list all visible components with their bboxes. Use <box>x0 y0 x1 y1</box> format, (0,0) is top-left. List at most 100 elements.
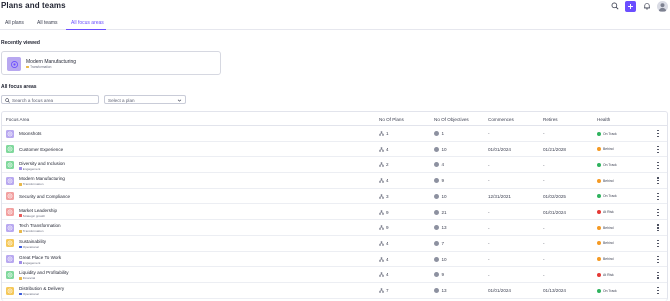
search-icon[interactable] <box>609 1 620 12</box>
focus-area-name[interactable]: Distribution & Delivery <box>19 286 64 291</box>
plan-select-value: Select a plan <box>108 97 135 103</box>
objectives-count-value: 4 <box>441 162 445 168</box>
table-row[interactable]: Moonshots 1 1 - - On Track <box>2 126 667 142</box>
table-row[interactable]: Diversity and Inclusion Engagement 2 4 - - On … <box>2 157 667 174</box>
target-icon <box>7 131 13 136</box>
objectives-count: 10 <box>434 146 447 152</box>
bell-icon[interactable] <box>641 1 652 12</box>
row-more-options-icon[interactable] <box>656 130 660 138</box>
row-more-options-icon[interactable] <box>656 224 660 232</box>
focus-area-thumbnail <box>7 57 21 71</box>
table-row[interactable]: Distribution & Delivery Operational 7 13 01/… <box>2 283 667 299</box>
objectives-count-value: 7 <box>441 240 445 246</box>
table-row[interactable]: Customer Experience 4 10 01/01/2024 01/21/20… <box>2 142 667 158</box>
focus-area-name[interactable]: Market Leadership <box>19 208 57 213</box>
plans-count-value: 9 <box>386 209 389 215</box>
health-status: On Track <box>597 288 617 293</box>
tab-all-plans[interactable]: All plans <box>5 20 24 30</box>
focus-area-name[interactable]: Diversity and Inclusion <box>19 161 65 166</box>
target-icon <box>10 60 18 68</box>
health-status-label: At Risk <box>603 210 614 215</box>
column-header-commences[interactable]: Commences <box>488 117 514 122</box>
retires-date: 01/01/2024 <box>543 209 566 215</box>
focus-area-tag: Financial <box>19 276 35 280</box>
table-row[interactable]: Modern Manufacturing Transformation 4 9 - - Be… <box>2 173 667 189</box>
focus-area-name[interactable]: Security and Compliance <box>19 194 70 199</box>
plans-hierarchy-icon <box>379 272 384 277</box>
commences-date: - <box>488 162 490 168</box>
plans-hierarchy-icon <box>379 131 384 136</box>
plans-count: 9 <box>379 210 389 215</box>
row-more-options-icon[interactable] <box>656 255 660 263</box>
column-header-retires[interactable]: Retires <box>543 117 558 122</box>
table-row[interactable]: Great Place To Work Engagement 4 10 - - Behind <box>2 252 667 268</box>
row-more-options-icon[interactable] <box>656 145 660 153</box>
row-more-options-icon[interactable] <box>656 271 660 279</box>
plans-count: 4 <box>379 272 389 277</box>
top-bar: Plans and teams <box>0 0 670 13</box>
plans-hierarchy-icon <box>379 147 384 152</box>
plans-count: 4 <box>379 178 389 183</box>
objective-icon <box>434 240 439 246</box>
health-status: Behind <box>597 257 614 262</box>
target-icon <box>7 146 13 152</box>
health-status-label: Behind <box>603 225 614 230</box>
focus-area-name[interactable]: Liquidity and Profitability <box>19 270 69 275</box>
focus-area-tag: Strategic growth <box>19 214 45 218</box>
focus-area-thumbnail <box>6 223 14 232</box>
row-more-options-icon[interactable] <box>656 208 660 216</box>
objective-icon <box>434 209 439 215</box>
search-input[interactable] <box>12 97 97 103</box>
focus-area-name[interactable]: Great Place To Work <box>19 255 61 260</box>
health-status-label: On Track <box>603 194 617 199</box>
focus-area-name[interactable]: Sustainability <box>19 239 46 244</box>
retires-date: - <box>543 178 545 184</box>
tab-all-teams[interactable]: All teams <box>37 20 58 30</box>
focus-area-name[interactable]: Modern Manufacturing <box>19 176 65 181</box>
column-header-plans[interactable]: No Of Plans <box>379 117 404 122</box>
plans-count: 4 <box>379 257 389 262</box>
table-row[interactable]: Tech Transformation Transformation 9 13 - - Be… <box>2 220 667 236</box>
objective-icon <box>434 272 439 278</box>
plans-count-value: 4 <box>386 256 389 262</box>
table-row[interactable]: Liquidity and Profitability Financial 4 9 - -… <box>2 267 667 283</box>
column-header-objectives[interactable]: No Of Objectives <box>434 117 469 122</box>
recent-item-card[interactable]: Modern Manufacturing Transformation <box>1 51 221 75</box>
row-more-options-icon[interactable] <box>656 240 660 248</box>
focus-area-tag-label: Transformation <box>22 229 44 234</box>
focus-area-name[interactable]: Moonshots <box>19 131 41 136</box>
table-row[interactable]: Security and Compliance 3 10 12/31/2021 01/0… <box>2 189 667 205</box>
objectives-count-value: 10 <box>441 146 447 152</box>
objective-icon <box>434 178 439 184</box>
user-avatar-icon[interactable] <box>657 0 668 12</box>
health-status-dot <box>597 210 601 215</box>
plans-count-value: 4 <box>386 146 389 152</box>
objective-icon <box>434 193 439 199</box>
retires-date: - <box>543 256 545 262</box>
column-header-focus-area[interactable]: Focus Area <box>6 117 29 122</box>
plans-count-value: 1 <box>386 131 389 136</box>
plans-count: 7 <box>379 288 389 293</box>
table-row[interactable]: Sustainability Operational 4 7 - - Behind <box>2 236 667 252</box>
column-header-health[interactable]: Health <box>597 117 610 122</box>
add-button[interactable] <box>625 0 636 12</box>
chevron-down-icon <box>177 99 182 102</box>
row-more-options-icon[interactable] <box>656 287 660 295</box>
table-row[interactable]: Market Leadership Strategic growth 9 21 - 01/… <box>2 205 667 221</box>
focus-area-name[interactable]: Tech Transformation <box>19 223 61 228</box>
objective-icon <box>434 162 439 168</box>
plans-hierarchy-icon <box>379 256 384 262</box>
commences-date: 01/01/2024 <box>488 288 511 294</box>
row-more-options-icon[interactable] <box>656 177 660 185</box>
objective-icon <box>434 225 439 231</box>
focus-area-name[interactable]: Customer Experience <box>19 147 63 152</box>
plans-count-value: 4 <box>386 240 389 246</box>
row-more-options-icon[interactable] <box>656 161 660 169</box>
plan-select[interactable]: Select a plan <box>104 95 186 104</box>
health-status: On Track <box>597 162 617 167</box>
target-icon <box>7 241 13 246</box>
active-tab-indicator <box>66 28 106 30</box>
retires-date: 01/13/2024 <box>543 288 566 294</box>
plans-count-value: 7 <box>386 288 389 293</box>
row-more-options-icon[interactable] <box>656 193 660 201</box>
